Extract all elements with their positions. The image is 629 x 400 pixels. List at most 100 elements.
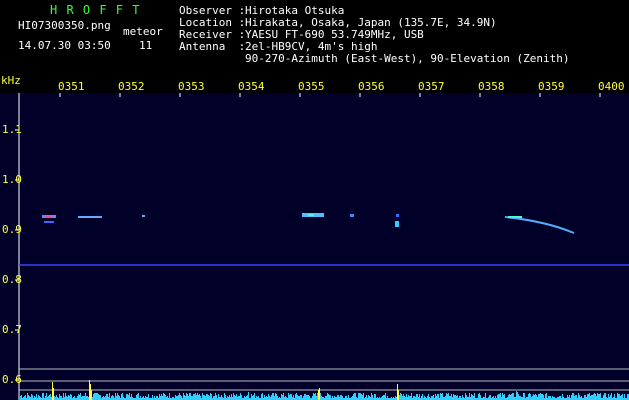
activity-bar bbox=[207, 394, 208, 400]
activity-bar bbox=[176, 396, 177, 400]
activity-bar bbox=[451, 394, 452, 400]
activity-bar bbox=[129, 393, 130, 400]
activity-bar bbox=[240, 393, 241, 400]
meteor-traces bbox=[42, 213, 575, 234]
activity-bar bbox=[215, 393, 216, 400]
activity-bar bbox=[598, 394, 599, 400]
activity-bar bbox=[454, 395, 455, 400]
activity-bar bbox=[100, 395, 101, 400]
activity-bar bbox=[69, 396, 70, 400]
activity-bar bbox=[185, 396, 186, 400]
activity-bar bbox=[244, 396, 245, 400]
activity-bar bbox=[194, 394, 195, 400]
activity-bar bbox=[516, 391, 517, 400]
activity-bar bbox=[167, 396, 168, 400]
activity-bar bbox=[594, 393, 595, 400]
y-tick-label: 0.7 bbox=[2, 323, 22, 336]
activity-bar bbox=[620, 396, 621, 400]
activity-bar bbox=[341, 395, 342, 400]
activity-bar bbox=[152, 395, 153, 400]
activity-bar bbox=[332, 396, 333, 400]
activity-bar bbox=[597, 393, 598, 400]
spectrogram-svg bbox=[15, 93, 629, 400]
activity-bar bbox=[490, 395, 491, 400]
activity-bar bbox=[485, 393, 486, 400]
activity-bar bbox=[281, 394, 282, 400]
activity-bar bbox=[417, 394, 418, 400]
activity-bar bbox=[31, 394, 32, 400]
activity-bar bbox=[552, 396, 553, 400]
activity-bar bbox=[188, 396, 189, 400]
activity-bar bbox=[441, 394, 442, 400]
activity-bar bbox=[247, 395, 248, 400]
activity-bar bbox=[231, 394, 232, 400]
activity-bar bbox=[54, 396, 55, 400]
activity-bar bbox=[303, 396, 304, 400]
activity-bar bbox=[91, 390, 92, 400]
activity-bar bbox=[560, 396, 561, 400]
activity-bar bbox=[266, 396, 267, 400]
activity-bar bbox=[161, 394, 162, 400]
activity-bar bbox=[578, 393, 579, 400]
activity-bar bbox=[206, 394, 207, 400]
activity-bar bbox=[382, 396, 383, 400]
activity-bar bbox=[118, 395, 119, 400]
activity-bar bbox=[103, 396, 104, 400]
x-tick-label: 0351 bbox=[58, 80, 85, 93]
activity-bar bbox=[498, 394, 499, 400]
activity-bar bbox=[575, 395, 576, 400]
activity-bar bbox=[535, 394, 536, 400]
activity-bar bbox=[77, 396, 78, 400]
activity-bar bbox=[600, 393, 601, 400]
activity-bar bbox=[202, 393, 203, 400]
activity-bar bbox=[588, 394, 589, 400]
activity-bar bbox=[610, 395, 611, 400]
activity-bar bbox=[593, 394, 594, 400]
activity-bar bbox=[404, 396, 405, 400]
activity-bar bbox=[363, 393, 364, 400]
activity-bar bbox=[410, 396, 411, 400]
activity-bar bbox=[29, 396, 30, 400]
y-tick-label: 0.8 bbox=[2, 273, 22, 286]
activity-bar bbox=[599, 394, 600, 400]
activity-bar bbox=[596, 396, 597, 400]
activity-bar bbox=[576, 395, 577, 400]
activity-bar bbox=[225, 395, 226, 400]
activity-bar bbox=[368, 395, 369, 400]
activity-bar bbox=[573, 393, 574, 400]
activity-bar bbox=[403, 394, 404, 400]
activity-bar bbox=[264, 395, 265, 400]
activity-bar bbox=[234, 395, 235, 400]
activity-bar bbox=[145, 396, 146, 400]
activity-bar bbox=[448, 393, 449, 400]
activity-bar bbox=[184, 395, 185, 400]
activity-bar bbox=[502, 393, 503, 400]
activity-bar bbox=[196, 395, 197, 400]
x-tick-label: 0352 bbox=[118, 80, 145, 93]
activity-bar bbox=[277, 396, 278, 400]
activity-bar bbox=[489, 395, 490, 400]
activity-bar bbox=[224, 393, 225, 400]
activity-bar bbox=[478, 394, 479, 400]
activity-bar bbox=[542, 394, 543, 400]
activity-bar bbox=[414, 396, 415, 400]
y-tick-label: 1.1 bbox=[2, 123, 22, 136]
activity-bar bbox=[437, 394, 438, 400]
activity-bar bbox=[163, 393, 164, 400]
activity-bar bbox=[34, 396, 35, 400]
activity-bar bbox=[354, 393, 355, 400]
activity-bar bbox=[528, 394, 529, 400]
activity-bar bbox=[56, 395, 57, 400]
app-logo: H R O F F T bbox=[50, 3, 141, 17]
activity-bar bbox=[512, 393, 513, 400]
activity-bar bbox=[387, 396, 388, 400]
activity-bar bbox=[603, 395, 604, 400]
activity-bar bbox=[427, 396, 428, 400]
activity-bar bbox=[361, 394, 362, 400]
activity-bar bbox=[285, 396, 286, 400]
activity-bar bbox=[621, 395, 622, 400]
activity-bar bbox=[274, 396, 275, 400]
activity-bar bbox=[330, 395, 331, 400]
activity-bar bbox=[32, 395, 33, 400]
activity-bar bbox=[98, 394, 99, 400]
